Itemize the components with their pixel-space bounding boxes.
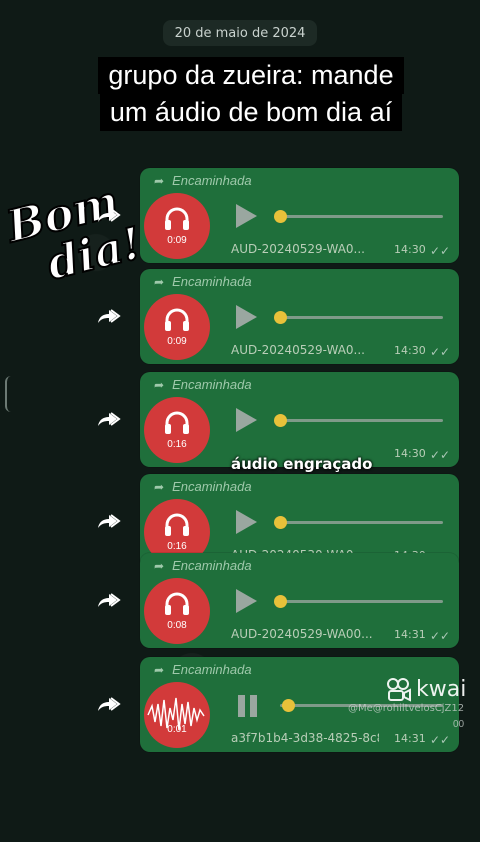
forward-share-icon[interactable] (95, 591, 125, 613)
kwai-logo-icon (387, 677, 411, 702)
message-time: 14:31 (394, 732, 426, 745)
forward-share-icon[interactable] (95, 206, 125, 228)
side-panel-handle[interactable] (5, 376, 13, 412)
forwarded-arrow-icon: ➦ (154, 377, 165, 392)
caption-line-1: grupo da zueira: mande (98, 57, 404, 94)
forwarded-arrow-icon: ➦ (154, 662, 165, 677)
read-receipt-icon: ✓✓ (430, 733, 451, 747)
audio-progress-track[interactable] (280, 600, 443, 603)
headphones-icon (165, 592, 189, 615)
headphones-icon (165, 513, 189, 536)
kwai-user-id: @Me@rohiltvelosCjZ12 (348, 703, 465, 714)
forwarded-arrow-icon: ➦ (154, 558, 165, 573)
audio-duration: 0:16 (167, 541, 187, 552)
forwarded-label: ➦ Encaminhada (154, 479, 252, 494)
audio-progress-dot[interactable] (274, 311, 287, 324)
forward-share-icon[interactable] (95, 307, 125, 329)
audio-progress-dot[interactable] (274, 595, 287, 608)
forwarded-text: Encaminhada (172, 377, 252, 392)
pause-button[interactable] (237, 695, 259, 717)
audio-avatar: 0:08 (144, 578, 210, 644)
read-receipt-icon: ✓✓ (430, 345, 451, 359)
audio-avatar: 0:09 (144, 193, 210, 259)
forwarded-text: Encaminhada (172, 558, 252, 573)
audio-progress-track[interactable] (280, 215, 443, 218)
forwarded-text: Encaminhada (172, 274, 252, 289)
forwarded-label: ➦ Encaminhada (154, 173, 252, 188)
headphones-icon (165, 411, 189, 434)
overlay-caption: áudio engraçado (231, 455, 373, 473)
headphones-icon (165, 207, 189, 230)
audio-progress-track[interactable] (280, 521, 443, 524)
play-button[interactable] (236, 204, 257, 228)
forwarded-label: ➦ Encaminhada (154, 662, 252, 677)
audio-duration: 0:09 (167, 336, 187, 347)
message-time: 14:30 (394, 344, 426, 357)
audio-duration: 0:01 (167, 724, 187, 735)
forward-share-icon[interactable] (95, 512, 125, 534)
play-button[interactable] (236, 408, 257, 432)
forwarded-text: Encaminhada (172, 173, 252, 188)
caption-line-2: um áudio de bom dia aí (99, 94, 403, 131)
play-button[interactable] (236, 305, 257, 329)
audio-filename: AUD-20240529-WA00... (231, 627, 373, 641)
audio-filename: a3f7b1b4-3d38-4825-8c8... (231, 731, 379, 745)
audio-avatar: 0:09 (144, 294, 210, 360)
audio-duration: 0:16 (167, 439, 187, 450)
date-chip: 20 de maio de 2024 (163, 20, 317, 46)
forwarded-arrow-icon: ➦ (154, 173, 165, 188)
audio-progress-track[interactable] (280, 419, 443, 422)
audio-filename: AUD-20240529-WA0... (231, 242, 365, 256)
forwarded-label: ➦ Encaminhada (154, 274, 252, 289)
audio-message-bubble[interactable]: ➦ Encaminhada 0:08 AUD-20240529-WA00... … (140, 553, 459, 648)
play-button[interactable] (236, 589, 257, 613)
forwarded-arrow-icon: ➦ (154, 274, 165, 289)
message-time: 14:30 (394, 243, 426, 256)
video-caption: grupo da zueira: mande um áudio de bom d… (42, 57, 460, 131)
read-receipt-icon: ✓✓ (430, 244, 451, 258)
kwai-brand: kwai (416, 677, 467, 702)
audio-avatar: 0:16 (144, 397, 210, 463)
audio-progress-dot[interactable] (274, 414, 287, 427)
audio-progress-dot[interactable] (274, 516, 287, 529)
forward-share-icon[interactable] (95, 695, 125, 717)
forwarded-label: ➦ Encaminhada (154, 377, 252, 392)
audio-message-bubble[interactable]: ➦ Encaminhada 0:09 AUD-20240529-WA0... 1… (140, 269, 459, 364)
play-button[interactable] (236, 510, 257, 534)
audio-message-bubble[interactable]: ➦ Encaminhada 0:09 AUD-20240529-WA0... 1… (140, 168, 459, 263)
read-receipt-icon: ✓✓ (430, 629, 451, 643)
message-time: 14:30 (394, 447, 426, 460)
read-receipt-icon: ✓✓ (430, 448, 451, 462)
headphones-icon (165, 308, 189, 331)
message-time: 14:31 (394, 628, 426, 641)
audio-avatar: 0:01 (144, 682, 210, 748)
forwarded-label: ➦ Encaminhada (154, 558, 252, 573)
audio-duration: 0:08 (167, 620, 187, 631)
waveform-icon (147, 697, 205, 731)
forwarded-text: Encaminhada (172, 662, 252, 677)
kwai-watermark: kwai (386, 677, 466, 702)
audio-filename: AUD-20240529-WA0... (231, 343, 365, 357)
forward-share-icon[interactable] (95, 410, 125, 432)
audio-duration: 0:09 (167, 235, 187, 246)
bom-dia-sticker: Bom dia! (2, 175, 148, 288)
audio-progress-dot[interactable] (274, 210, 287, 223)
forwarded-arrow-icon: ➦ (154, 479, 165, 494)
audio-message-bubble[interactable]: ➦ Encaminhada 0:16 14:30 ✓✓ (140, 372, 459, 467)
audio-progress-dot[interactable] (282, 699, 295, 712)
kwai-user-id-suffix: 00 (453, 719, 465, 730)
audio-progress-track[interactable] (280, 316, 443, 319)
forwarded-text: Encaminhada (172, 479, 252, 494)
